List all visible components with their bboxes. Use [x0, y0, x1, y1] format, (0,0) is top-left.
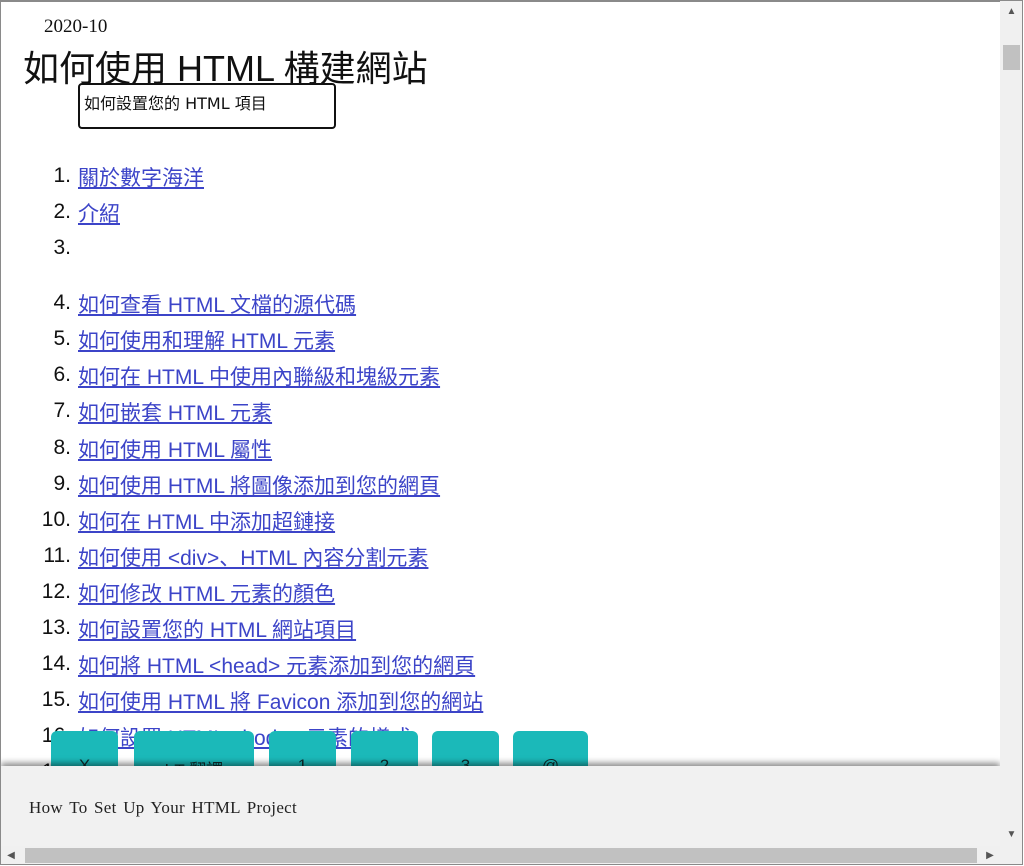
scroll-right-icon[interactable]: ▶	[980, 846, 1000, 865]
footer-title: How To Set Up Your HTML Project	[29, 798, 298, 817]
document-viewport[interactable]: 2020-10 如何使用 HTML 構建網站 1. 關於數字海洋 2. 介紹 3. 4. 如…	[1, 1, 1000, 847]
scroll-down-icon[interactable]: ▼	[1000, 824, 1023, 846]
toc-item-number: 11.	[43, 543, 71, 567]
toc-item-number: 4.	[53, 291, 71, 315]
vertical-scrollbar[interactable]: ▲ ▼	[1000, 1, 1023, 846]
toc-item-link[interactable]: 介紹	[78, 198, 120, 228]
publish-date: 2020-10	[44, 16, 108, 37]
toc-item-number: 8.	[53, 435, 71, 459]
toc-item-link[interactable]: 關於數字海洋	[78, 162, 204, 192]
toc-item-link[interactable]: 如何查看 HTML 文檔的源代碼	[78, 289, 356, 319]
toc-item-number: 6.	[53, 363, 71, 387]
toc-item-link[interactable]: 如何使用 HTML 將 Favicon 添加到您的網站	[78, 686, 483, 716]
toc-item-link[interactable]: 如何使用 HTML 將圖像添加到您的網頁	[78, 470, 440, 500]
toc-item-link[interactable]: 如何使用 HTML 屬性	[78, 434, 272, 464]
toc-item-link[interactable]: 如何在 HTML 中使用內聯級和塊級元素	[78, 361, 440, 391]
toc-item-number: 3.	[53, 236, 71, 260]
toc-item-link[interactable]: 如何使用 <div>、HTML 內容分割元素	[78, 542, 428, 572]
floating-toolbar: XbT 翻譯123@	[1, 731, 1000, 780]
toc-item-number: 5.	[53, 327, 71, 351]
vertical-scroll-thumb[interactable]	[1003, 45, 1020, 70]
toc-item-number: 14.	[41, 652, 71, 676]
toc-item-number: 12.	[41, 579, 71, 603]
toc-item-link[interactable]: 如何使用和理解 HTML 元素	[78, 325, 335, 355]
toc-item-number: 9.	[53, 471, 71, 495]
scroll-up-icon[interactable]: ▲	[1000, 1, 1023, 23]
toc-item-link[interactable]: 如何修改 HTML 元素的顏色	[78, 578, 335, 608]
current-chapter-label: 如何設置您的 HTML 項目	[84, 94, 267, 113]
horizontal-scroll-thumb[interactable]	[25, 848, 977, 863]
footer-bar: How To Set Up Your HTML Project	[1, 766, 1000, 847]
toc-item-number: 15.	[41, 688, 71, 712]
scrollbar-corner	[1000, 846, 1023, 865]
toc-item-link[interactable]: 如何設置您的 HTML 網站項目	[78, 614, 356, 644]
toc-item-link[interactable]: 如何將 HTML <head> 元素添加到您的網頁	[78, 650, 475, 680]
scroll-left-icon[interactable]: ◀	[1, 846, 21, 865]
toc-item-number: 2.	[53, 200, 71, 224]
toc-item-number: 10.	[41, 507, 71, 531]
current-chapter-box[interactable]: 如何設置您的 HTML 項目	[78, 83, 336, 129]
toc-item-number: 1.	[53, 164, 71, 187]
horizontal-scrollbar[interactable]: ◀ ▶	[1, 846, 1000, 865]
toc-item-number: 7.	[53, 399, 71, 423]
toc-item-link[interactable]: 如何嵌套 HTML 元素	[78, 397, 272, 427]
toc-item-link[interactable]: 如何在 HTML 中添加超鏈接	[78, 506, 335, 536]
toc-item-number: 13.	[41, 616, 71, 640]
